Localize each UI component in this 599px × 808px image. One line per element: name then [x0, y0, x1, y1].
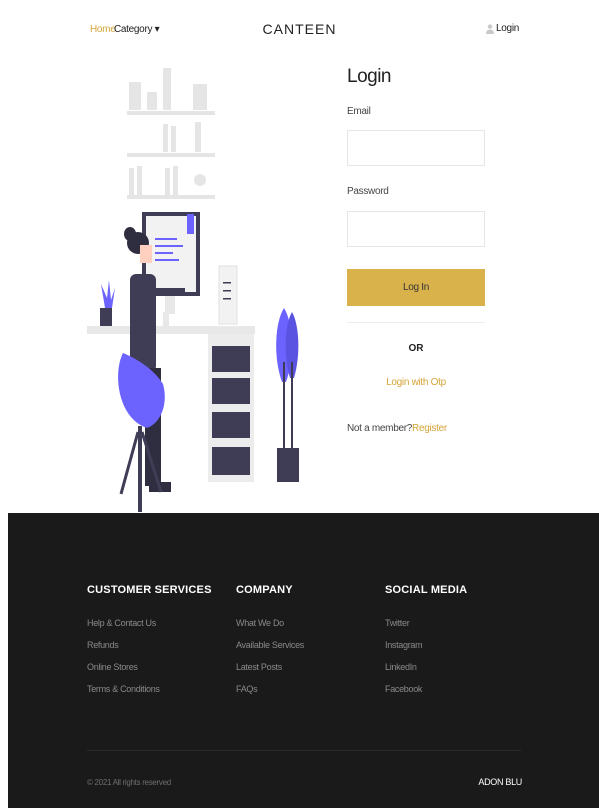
login-form: Login Email Password Log In OR Login wit… — [347, 66, 487, 434]
email-label: Email — [347, 106, 371, 117]
workspace-illustration — [87, 68, 299, 512]
email-input[interactable] — [347, 130, 485, 166]
register-link[interactable]: Register — [412, 423, 447, 434]
footer-link[interactable]: Terms & Conditions — [87, 684, 212, 694]
footer-divider — [87, 750, 521, 751]
footer-column-title: CUSTOMER SERVICES — [87, 584, 212, 596]
header-login-link[interactable]: Login — [486, 23, 519, 34]
footer-link[interactable]: Instagram — [385, 640, 467, 650]
footer-link[interactable]: Facebook — [385, 684, 467, 694]
login-button[interactable]: Log In — [347, 269, 485, 306]
tall-plant-illustration — [276, 308, 299, 482]
footer-link[interactable]: LinkedIn — [385, 662, 467, 672]
footer-column-title: SOCIAL MEDIA — [385, 584, 468, 596]
footer-link[interactable]: Latest Posts — [236, 662, 304, 672]
or-separator: OR — [408, 343, 424, 354]
desk-illustration — [87, 312, 255, 482]
site-footer: CUSTOMER SERVICES Help & Contact Us Refu… — [8, 513, 599, 808]
footer-column-title: COMPANY — [236, 584, 293, 596]
register-prompt: Not a member?Register — [347, 423, 447, 434]
footer-column-customer-services: CUSTOMER SERVICES Help & Contact Us Refu… — [87, 584, 212, 706]
copyright-text: © 2021 All rights reserved — [87, 778, 171, 787]
bookshelf-illustration — [127, 68, 215, 199]
header-login-label: Login — [496, 23, 519, 34]
footer-column-social-media: SOCIAL MEDIA Twitter Instagram LinkedIn … — [385, 584, 467, 706]
footer-link[interactable]: Available Services — [236, 640, 304, 650]
footer-link[interactable]: FAQs — [236, 684, 304, 694]
password-label: Password — [347, 186, 389, 197]
top-nav: Home Category ▾ CANTEEN Login — [0, 0, 599, 60]
footer-link[interactable]: Help & Contact Us — [87, 618, 212, 628]
login-with-otp-link[interactable]: Login with Otp — [347, 377, 485, 388]
login-title: Login — [347, 66, 392, 87]
footer-link[interactable]: What We Do — [236, 618, 304, 628]
not-member-text: Not a member? — [347, 423, 413, 434]
footer-column-company: COMPANY What We Do Available Services La… — [236, 584, 304, 706]
small-plant-illustration — [100, 280, 115, 326]
footer-link[interactable]: Twitter — [385, 618, 467, 628]
user-icon — [486, 23, 495, 34]
form-divider — [347, 322, 485, 323]
footer-brand[interactable]: ADON BLU — [478, 777, 522, 787]
footer-link[interactable]: Refunds — [87, 640, 212, 650]
password-input[interactable] — [347, 211, 485, 247]
footer-link[interactable]: Online Stores — [87, 662, 212, 672]
phone-illustration — [218, 265, 238, 325]
